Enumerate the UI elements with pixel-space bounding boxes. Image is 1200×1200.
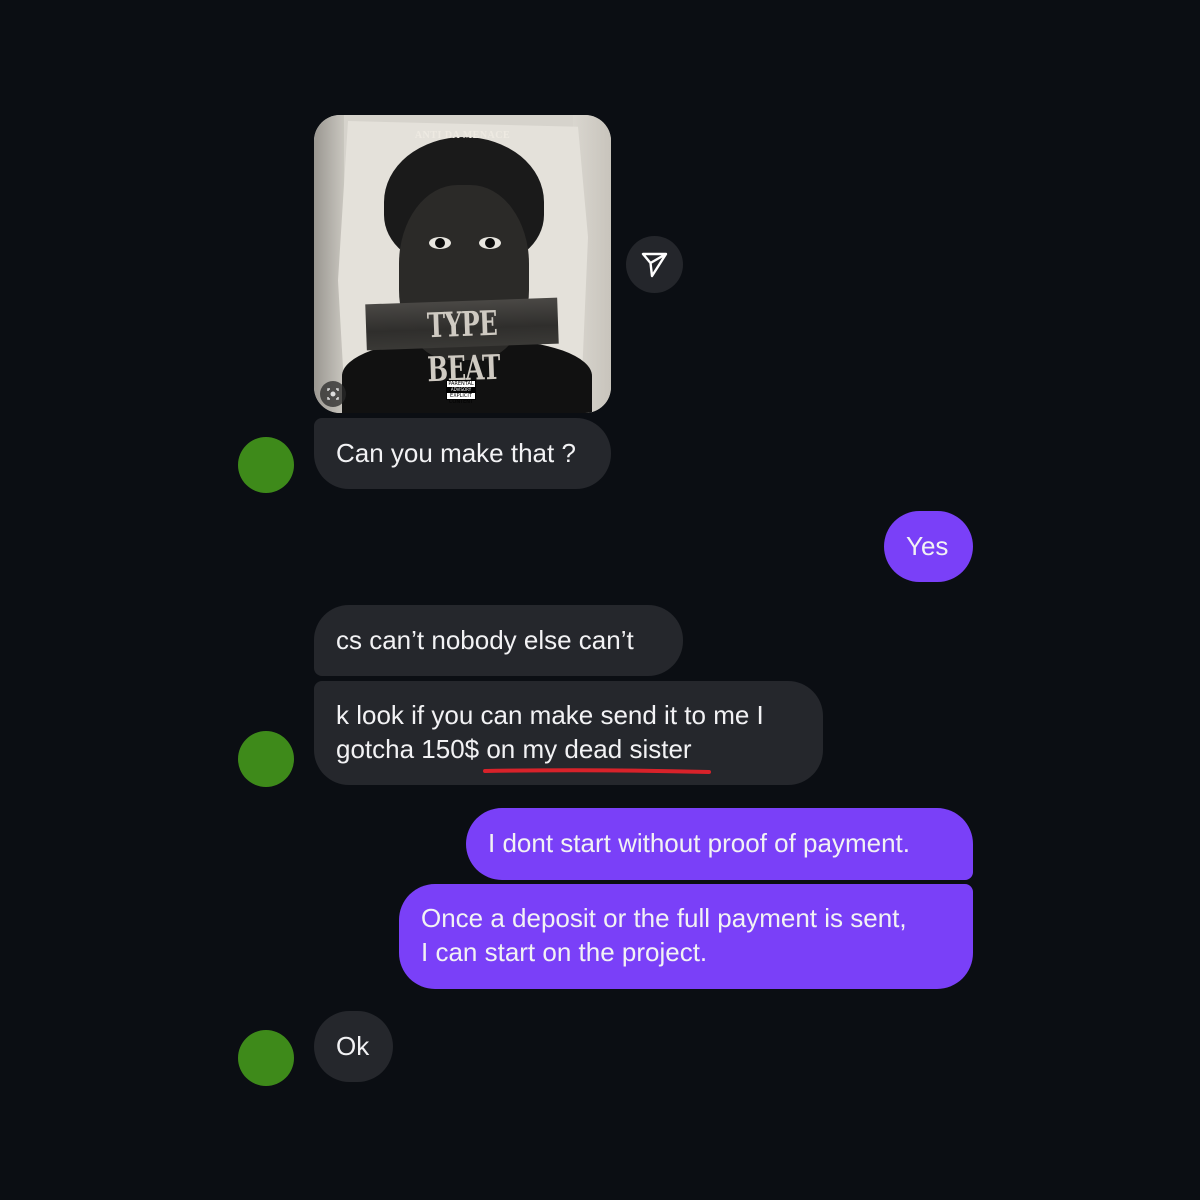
message-incoming[interactable]: Can you make that ?: [314, 418, 611, 489]
message-incoming[interactable]: cs can’t nobody else can’t: [314, 605, 683, 676]
message-outgoing[interactable]: Once a deposit or the full payment is se…: [399, 884, 973, 989]
contact-avatar[interactable]: [238, 437, 294, 493]
cover-tape-text: TYPE BEAT: [426, 303, 501, 391]
message-outgoing[interactable]: I dont start without proof of payment.: [466, 808, 973, 880]
message-incoming[interactable]: Ok: [314, 1011, 393, 1082]
share-button[interactable]: [626, 236, 683, 293]
advisory-bottom: EXPLICIT CONTENT: [448, 393, 474, 405]
annotation-underline: [483, 768, 711, 774]
parental-advisory-label: PARENTAL ADVISORY EXPLICIT CONTENT: [446, 380, 476, 405]
shared-image[interactable]: TYPE BEAT ANTI DA MENACE PARENTAL ADVISO…: [314, 115, 611, 413]
contact-avatar[interactable]: [238, 1030, 294, 1086]
cover-eye-left: [429, 237, 451, 249]
message-outgoing[interactable]: Yes: [884, 511, 973, 582]
visual-search-icon[interactable]: [320, 381, 346, 407]
cover-eye-right: [479, 237, 501, 249]
cover-album-title: ANTI DA MENACE: [414, 130, 511, 141]
contact-avatar[interactable]: [238, 731, 294, 787]
